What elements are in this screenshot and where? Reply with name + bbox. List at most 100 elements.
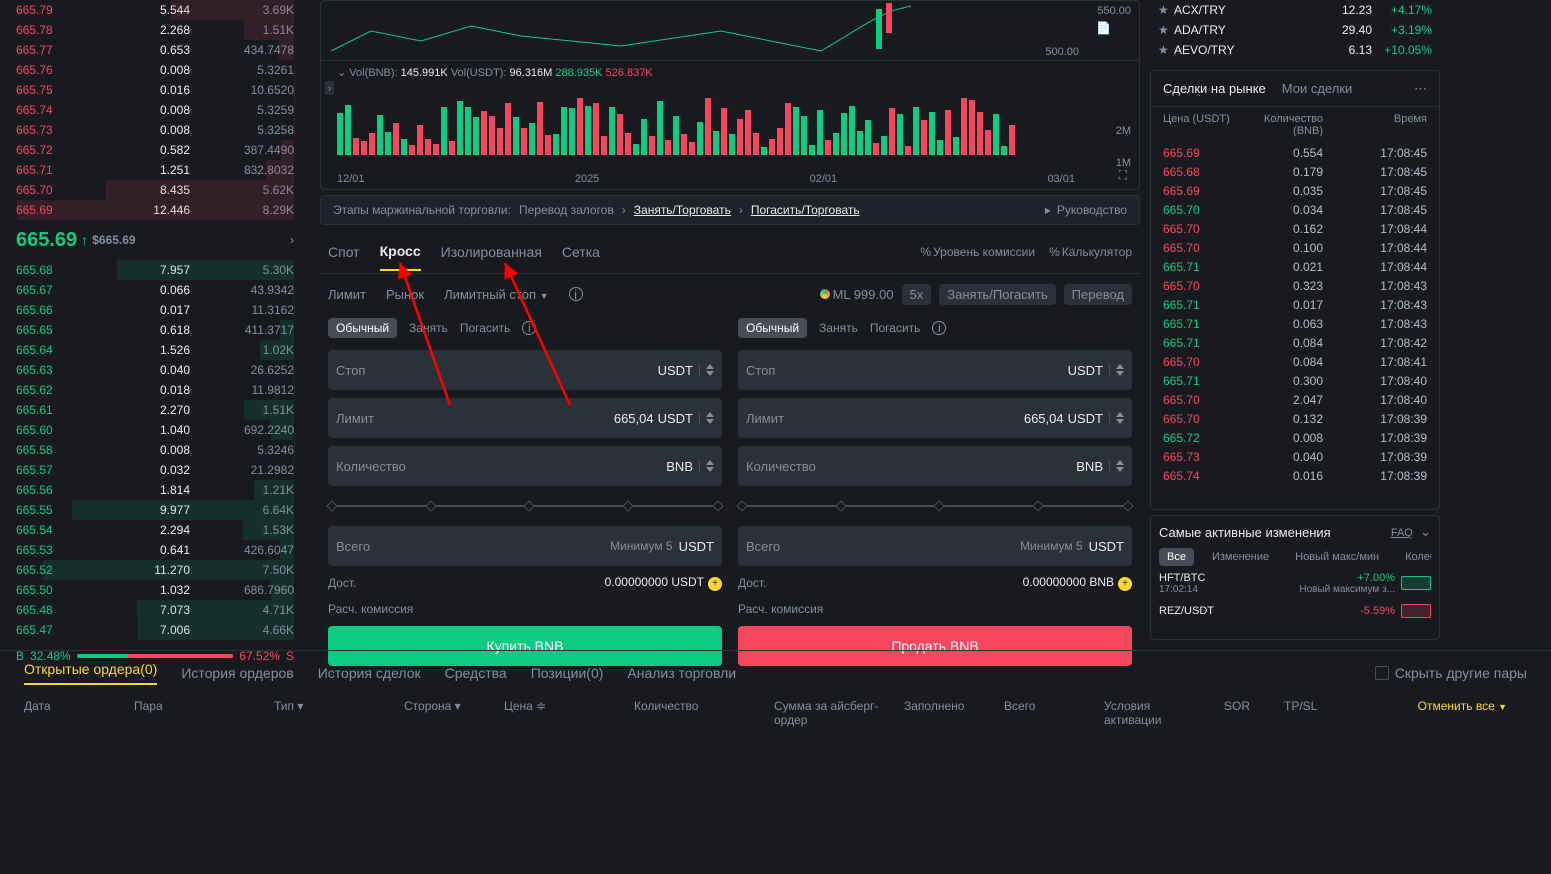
plus-icon[interactable]: + xyxy=(1118,577,1132,591)
orders-col-6[interactable]: Сумма за айсберг-ордер xyxy=(774,699,904,727)
plus-icon[interactable]: + xyxy=(708,577,722,591)
trade-row[interactable]: 665.730.04017:08:39 xyxy=(1151,447,1439,466)
tab-analysis[interactable]: Анализ торговли xyxy=(627,665,736,681)
orderbook-bid-row[interactable]: 665.660.01711.3162 xyxy=(16,300,294,320)
buy-mode-normal[interactable]: Обычный xyxy=(328,318,397,338)
tab-order-history[interactable]: История ордеров xyxy=(181,665,293,681)
orders-col-0[interactable]: Дата xyxy=(24,699,134,727)
info-icon[interactable]: i xyxy=(522,321,536,335)
trade-row[interactable]: 665.702.04717:08:40 xyxy=(1151,390,1439,409)
buy-stop-input[interactable]: Стоп USDT xyxy=(328,350,722,390)
fullscreen-icon[interactable]: ⛶ xyxy=(1119,168,1127,183)
movers-faq[interactable]: FAQ xyxy=(1391,527,1413,539)
sell-mode-normal[interactable]: Обычный xyxy=(738,318,807,338)
stepper-up-icon[interactable] xyxy=(706,364,714,369)
ordertype-limit[interactable]: Лимит xyxy=(328,287,366,302)
stepper-up-icon[interactable] xyxy=(1116,460,1124,465)
buy-qty-input[interactable]: Количество BNB xyxy=(328,446,722,486)
orderbook-bid-row[interactable]: 665.620.01811.9812 xyxy=(16,380,294,400)
trade-row[interactable]: 665.700.03417:08:45 xyxy=(1151,200,1439,219)
trade-row[interactable]: 665.710.01717:08:43 xyxy=(1151,295,1439,314)
ordertype-market[interactable]: Рынок xyxy=(386,287,424,302)
orderbook-bid-row[interactable]: 665.477.0064.66K xyxy=(16,620,294,640)
trade-row[interactable]: 665.700.13217:08:39 xyxy=(1151,409,1439,428)
buy-percent-slider[interactable] xyxy=(328,498,722,514)
stepper-down-icon[interactable] xyxy=(1116,467,1124,472)
chevron-right-icon[interactable]: › xyxy=(290,233,294,247)
orders-col-3[interactable]: Сторона ▾ xyxy=(404,699,504,727)
mv-tab-all[interactable]: Все xyxy=(1159,548,1194,566)
hide-pairs-checkbox[interactable] xyxy=(1375,666,1389,680)
trade-row[interactable]: 665.680.17917:08:45 xyxy=(1151,162,1439,181)
trade-row[interactable]: 665.700.32317:08:43 xyxy=(1151,276,1439,295)
stepper-up-icon[interactable] xyxy=(706,412,714,417)
info-icon[interactable]: i xyxy=(932,321,946,335)
orderbook-bid-row[interactable]: 665.650.618411.3717 xyxy=(16,320,294,340)
step-borrow[interactable]: Занять/Торговать xyxy=(634,203,731,217)
orderbook-bid-row[interactable]: 665.487.0734.71K xyxy=(16,600,294,620)
orderbook-bid-row[interactable]: 665.580.0085.3246 xyxy=(16,440,294,460)
orderbook-bid-row[interactable]: 665.601.040692.2240 xyxy=(16,420,294,440)
stepper-up-icon[interactable] xyxy=(706,460,714,465)
tab-trade-history[interactable]: История сделок xyxy=(318,665,421,681)
sell-qty-input[interactable]: Количество BNB xyxy=(738,446,1132,486)
stepper-up-icon[interactable] xyxy=(1116,412,1124,417)
step-transfer[interactable]: Перевод залогов xyxy=(519,203,614,217)
commission-link[interactable]: %Уровень комиссии xyxy=(920,245,1035,259)
stepper-down-icon[interactable] xyxy=(706,467,714,472)
sell-percent-slider[interactable] xyxy=(738,498,1132,514)
sell-mode-repay[interactable]: Погасить xyxy=(870,321,921,335)
sell-total-input[interactable]: Всего Минимум 5USDT xyxy=(738,526,1132,566)
orderbook-bid-row[interactable]: 665.542.2941.53K xyxy=(16,520,294,540)
leverage-badge[interactable]: 5x xyxy=(902,284,932,305)
star-icon[interactable]: ★ xyxy=(1158,3,1174,17)
tab-open-orders[interactable]: Открытые ордера(0) xyxy=(24,661,157,685)
orderbook-ask-row[interactable]: 665.708.4355.62K xyxy=(16,180,294,200)
trade-row[interactable]: 665.710.08417:08:42 xyxy=(1151,333,1439,352)
trade-row[interactable]: 665.710.02117:08:44 xyxy=(1151,257,1439,276)
orderbook-bid-row[interactable]: 665.612.2701.51K xyxy=(16,400,294,420)
trade-row[interactable]: 665.700.08417:08:41 xyxy=(1151,352,1439,371)
watchlist-row[interactable]: ★ADA/TRY29.40+3.19% xyxy=(1150,20,1440,40)
orderbook-bid-row[interactable]: 665.570.03221.2982 xyxy=(16,460,294,480)
trade-row[interactable]: 665.740.01617:08:39 xyxy=(1151,466,1439,485)
orderbook-ask-row[interactable]: 665.795.5443.69K xyxy=(16,0,294,20)
expand-icon[interactable]: ⌄ xyxy=(1420,524,1431,539)
mode-spot[interactable]: Спот xyxy=(328,234,360,270)
stepper-down-icon[interactable] xyxy=(1116,419,1124,424)
orderbook-ask-row[interactable]: 665.770.653434.7478 xyxy=(16,40,294,60)
transfer-btn[interactable]: Перевод xyxy=(1064,284,1132,305)
trade-row[interactable]: 665.710.06317:08:43 xyxy=(1151,314,1439,333)
calculator-link[interactable]: %Калькулятор xyxy=(1049,245,1132,259)
orderbook-ask-row[interactable]: 665.730.0085.3258 xyxy=(16,120,294,140)
mode-isolated[interactable]: Изолированная xyxy=(441,234,542,270)
orders-col-8[interactable]: Всего xyxy=(1004,699,1104,727)
watchlist-row[interactable]: ★AEVO/TRY6.13+10.05% xyxy=(1150,40,1440,60)
trade-row[interactable]: 665.690.03517:08:45 xyxy=(1151,181,1439,200)
buy-total-input[interactable]: Всего Минимум 5USDT xyxy=(328,526,722,566)
mv-tab-change[interactable]: Изменение xyxy=(1204,548,1277,566)
orders-col-4[interactable]: Цена ≑ xyxy=(504,699,634,727)
orders-col-11[interactable]: TP/SL xyxy=(1284,699,1344,727)
orderbook-ask-row[interactable]: 665.6912.4468.29K xyxy=(16,200,294,220)
stepper-down-icon[interactable] xyxy=(706,419,714,424)
orders-col-7[interactable]: Заполнено xyxy=(904,699,1004,727)
orderbook-bid-row[interactable]: 665.670.06643.9342 xyxy=(16,280,294,300)
tab-my-trades[interactable]: Мои сделки xyxy=(1282,81,1353,96)
orderbook-bid-row[interactable]: 665.501.032686.7960 xyxy=(16,580,294,600)
watchlist-row[interactable]: ★ACX/TRY12.23+4.17% xyxy=(1150,0,1440,20)
chart-expand-icon[interactable]: › xyxy=(325,81,334,95)
more-icon[interactable]: ⋯ xyxy=(1414,81,1427,97)
tab-funds[interactable]: Средства xyxy=(445,665,507,681)
buy-limit-input[interactable]: Лимит 665,04USDT xyxy=(328,398,722,438)
sell-limit-input[interactable]: Лимит 665,04USDT xyxy=(738,398,1132,438)
trade-row[interactable]: 665.710.30017:08:40 xyxy=(1151,371,1439,390)
mode-grid[interactable]: Сетка xyxy=(562,234,600,270)
orderbook-ask-row[interactable]: 665.711.251832.8032 xyxy=(16,160,294,180)
orderbook-bid-row[interactable]: 665.641.5261.02K xyxy=(16,340,294,360)
tab-market-trades[interactable]: Сделки на рынке xyxy=(1163,81,1266,96)
orderbook-ask-row[interactable]: 665.720.582387.4490 xyxy=(16,140,294,160)
orders-col-2[interactable]: Тип ▾ xyxy=(274,699,404,727)
orderbook-bid-row[interactable]: 665.5211.2707.50K xyxy=(16,560,294,580)
guide-link[interactable]: Руководство xyxy=(1057,203,1127,217)
